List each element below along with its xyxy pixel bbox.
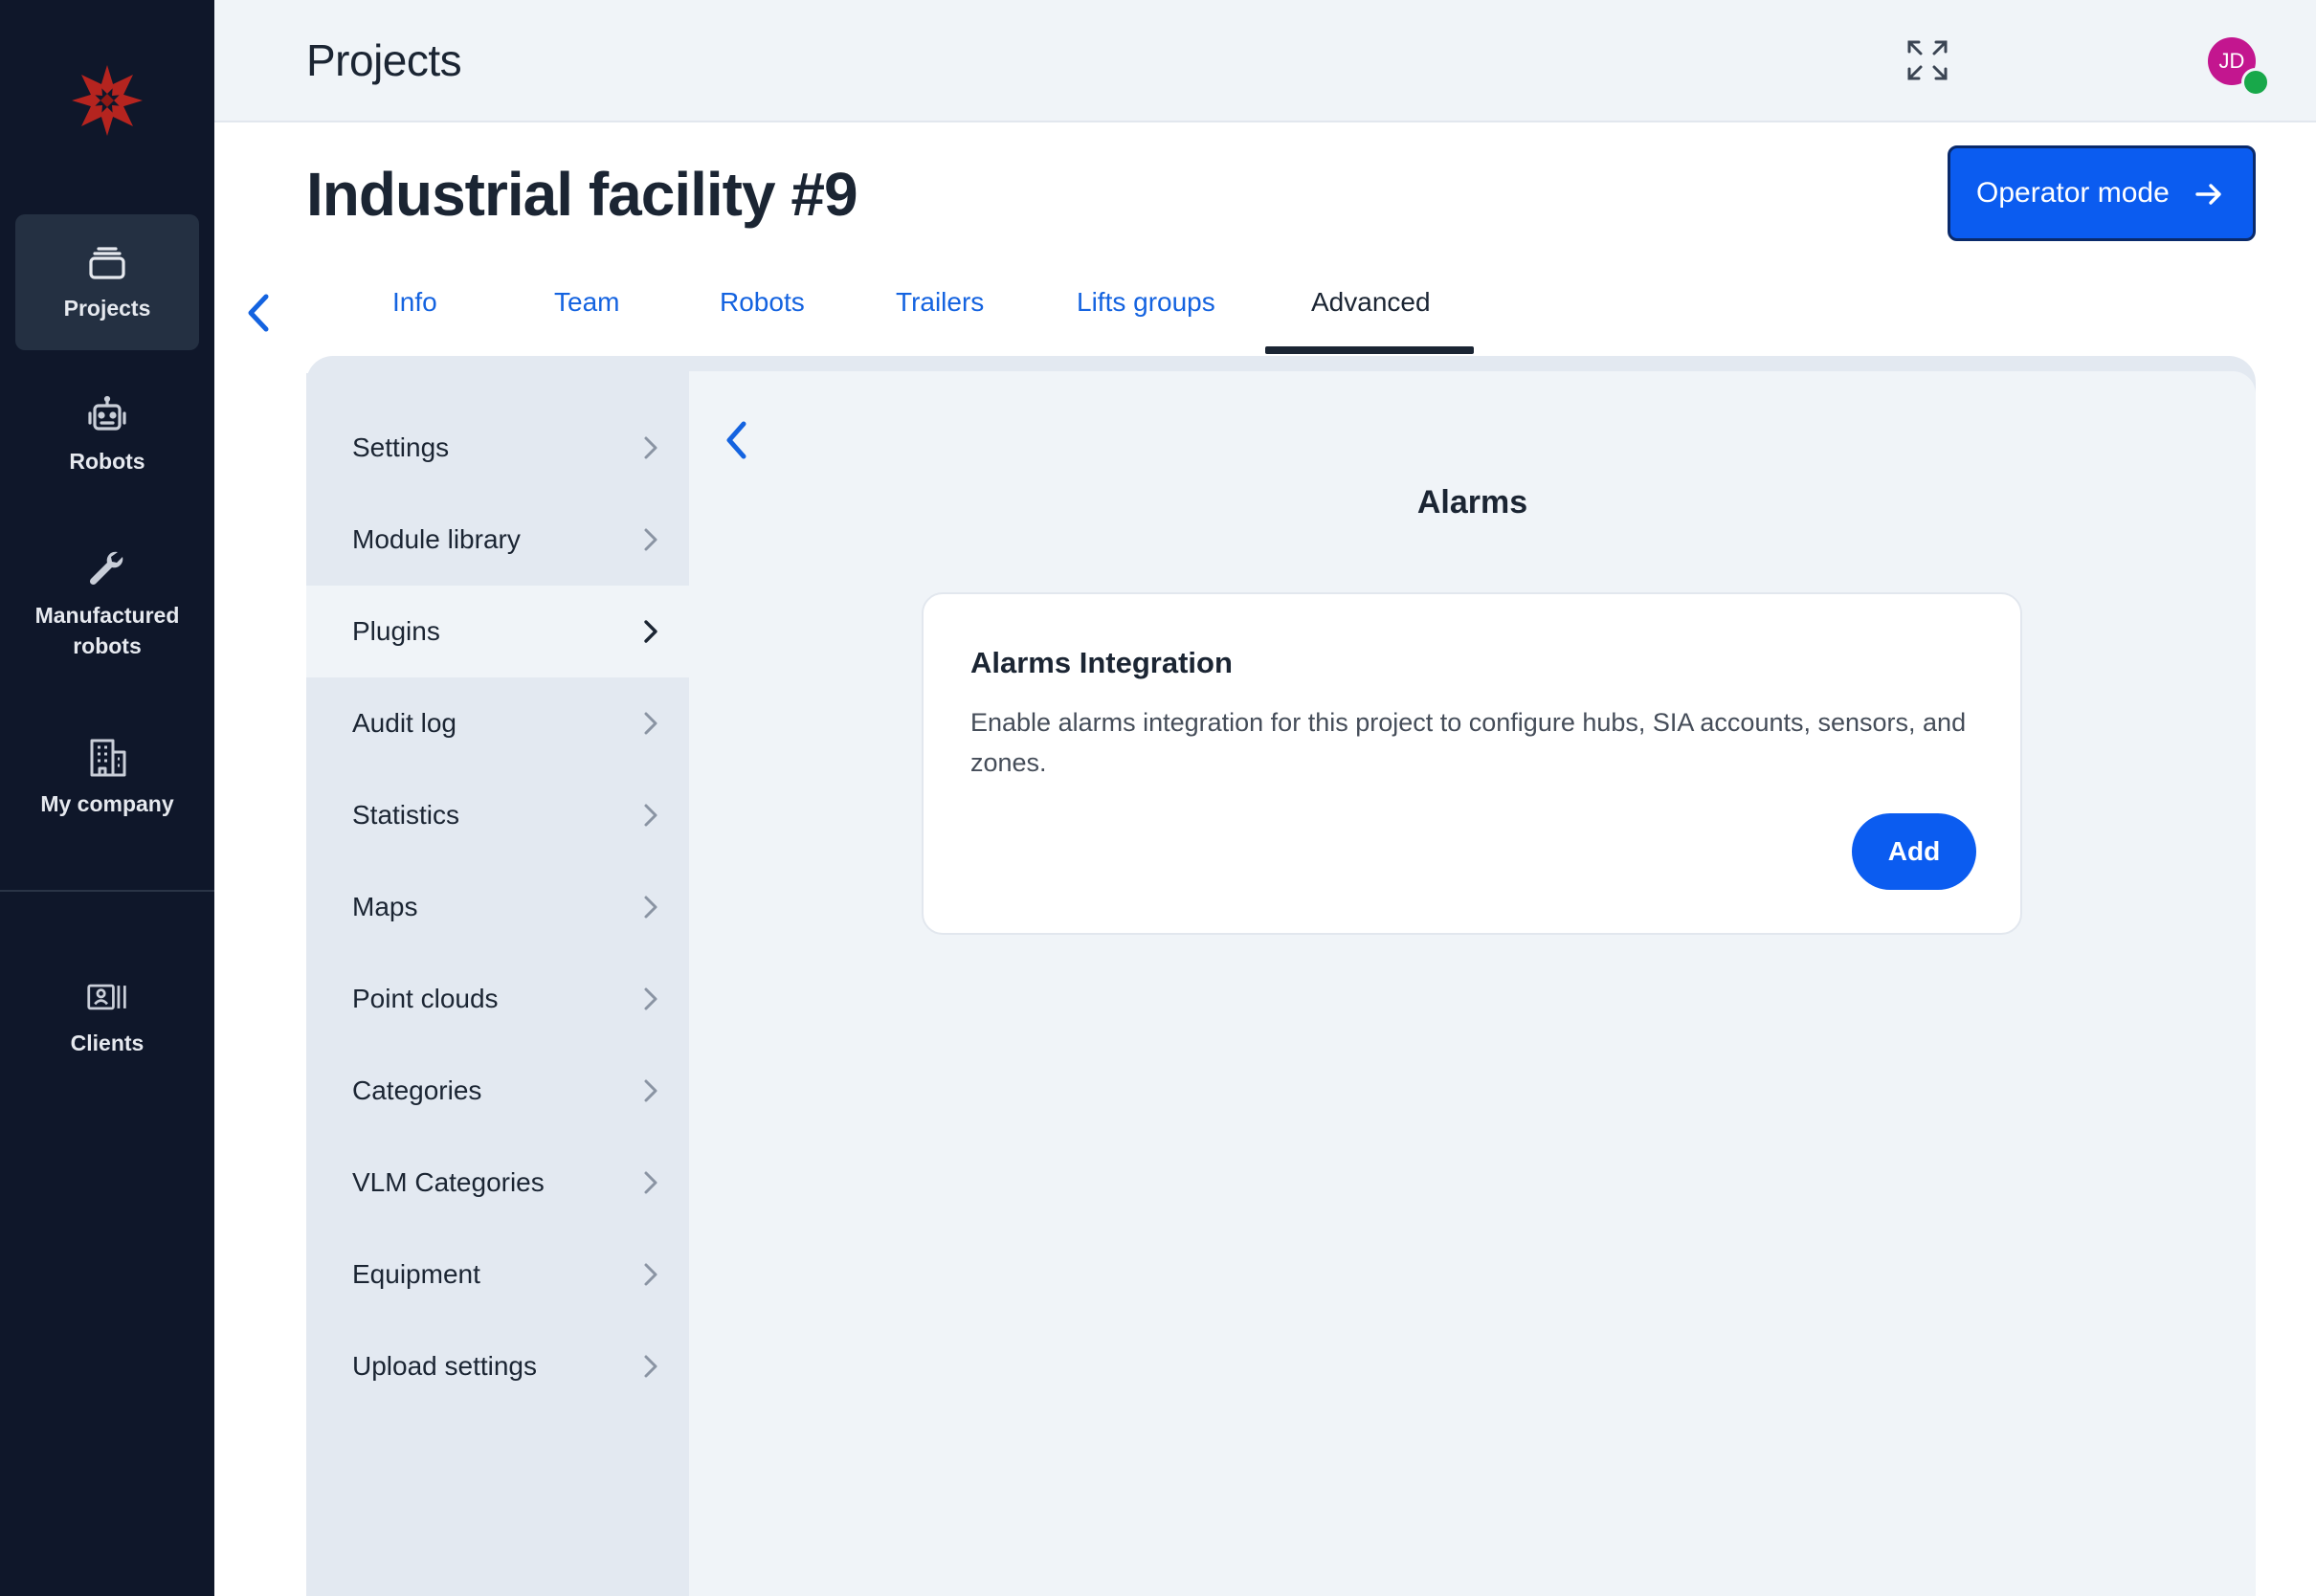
menu-item-point-clouds[interactable]: Point clouds <box>306 953 689 1045</box>
add-button[interactable]: Add <box>1852 813 1976 890</box>
chevron-right-icon <box>644 620 657 643</box>
menu-item-label: Statistics <box>352 800 460 830</box>
chevron-right-icon <box>644 1079 657 1102</box>
chevron-right-icon <box>644 436 657 459</box>
chevron-right-icon <box>644 712 657 735</box>
sidebar-item-label: Clients <box>70 1031 145 1055</box>
page-header-title: Projects <box>306 35 462 85</box>
card-description: Enable alarms integration for this proje… <box>970 708 1967 777</box>
contacts-card-icon <box>86 976 128 1018</box>
robot-head-icon <box>86 394 128 436</box>
menu-item-label: Maps <box>352 892 418 921</box>
tab-team[interactable]: Team <box>554 287 619 318</box>
sidebar-item-clients[interactable]: Clients <box>15 949 199 1085</box>
menu-item-equipment[interactable]: Equipment <box>306 1229 689 1320</box>
menu-item-label: Module library <box>352 524 521 554</box>
plugin-detail-pane <box>689 371 2256 1596</box>
chevron-right-icon <box>644 896 657 919</box>
menu-item-settings[interactable]: Settings <box>306 402 689 494</box>
active-tab-indicator <box>1265 346 1474 354</box>
sidebar-item-label: Manufactured robots <box>34 603 180 658</box>
tab-trailers[interactable]: Trailers <box>896 287 984 318</box>
sidebar-item-my-company[interactable]: My company <box>15 710 199 846</box>
sidebar-item-label: Projects <box>63 296 151 321</box>
chevron-right-icon <box>644 1263 657 1286</box>
section-title: Alarms <box>1416 484 1528 521</box>
tab-advanced[interactable]: Advanced <box>1311 287 1431 318</box>
menu-item-label: Categories <box>352 1075 482 1105</box>
menu-item-module-library[interactable]: Module library <box>306 494 689 586</box>
alarms-integration-card: Alarms Integration Enable alarms integra… <box>922 592 2022 935</box>
tab-info[interactable]: Info <box>392 287 437 318</box>
wrench-icon <box>86 548 128 590</box>
menu-item-plugins[interactable]: Plugins <box>306 586 689 677</box>
operator-mode-label: Operator mode <box>1976 177 2170 209</box>
chevron-right-icon <box>644 804 657 827</box>
menu-item-label: VLM Categories <box>352 1167 545 1197</box>
chevron-right-icon <box>644 528 657 551</box>
sidebar-item-projects[interactable]: Projects <box>15 214 199 350</box>
card-title: Alarms Integration <box>970 646 1233 679</box>
top-bar: Projects <box>214 0 2316 122</box>
menu-item-categories[interactable]: Categories <box>306 1045 689 1137</box>
menu-item-upload-settings[interactable]: Upload settings <box>306 1320 689 1412</box>
menu-item-label: Point clouds <box>352 984 499 1013</box>
sidebar-item-robots[interactable]: Robots <box>15 367 199 503</box>
arrow-right-icon <box>2195 184 2221 205</box>
operator-mode-button[interactable]: Operator mode <box>1948 145 2256 241</box>
sidebar-item-manufactured-robots[interactable]: Manufactured robots <box>15 528 199 681</box>
menu-item-statistics[interactable]: Statistics <box>306 769 689 861</box>
projects-stack-icon <box>86 241 128 283</box>
menu-item-label: Audit log <box>352 708 457 738</box>
back-chevron-icon[interactable] <box>720 417 754 463</box>
sidebar-divider <box>0 890 214 892</box>
chevron-right-icon <box>644 1355 657 1378</box>
page-title: Industrial facility #9 <box>306 160 858 229</box>
back-chevron-icon[interactable] <box>241 291 278 335</box>
expand-icon[interactable] <box>1905 38 1949 82</box>
menu-item-maps[interactable]: Maps <box>306 861 689 953</box>
chevron-right-icon <box>644 1171 657 1194</box>
menu-item-label: Upload settings <box>352 1351 538 1381</box>
sidebar-item-label: Robots <box>69 449 145 474</box>
online-status-indicator <box>2241 68 2270 97</box>
menu-item-label: Plugins <box>352 616 440 646</box>
menu-item-label: Settings <box>352 432 450 462</box>
building-icon <box>86 737 128 779</box>
avatar-initials: JD <box>2218 49 2245 73</box>
sidebar: Projects Robots Manufactured robots My c… <box>0 0 214 1596</box>
red-star-logo-icon[interactable] <box>70 63 145 138</box>
menu-item-label: Equipment <box>352 1259 480 1289</box>
sidebar-item-label: My company <box>40 791 174 816</box>
menu-item-vlm-categories[interactable]: VLM Categories <box>306 1137 689 1229</box>
tab-robots[interactable]: Robots <box>720 287 805 318</box>
chevron-right-icon <box>644 987 657 1010</box>
tab-lifts-groups[interactable]: Lifts groups <box>1077 287 1215 318</box>
menu-item-audit-log[interactable]: Audit log <box>306 677 689 769</box>
